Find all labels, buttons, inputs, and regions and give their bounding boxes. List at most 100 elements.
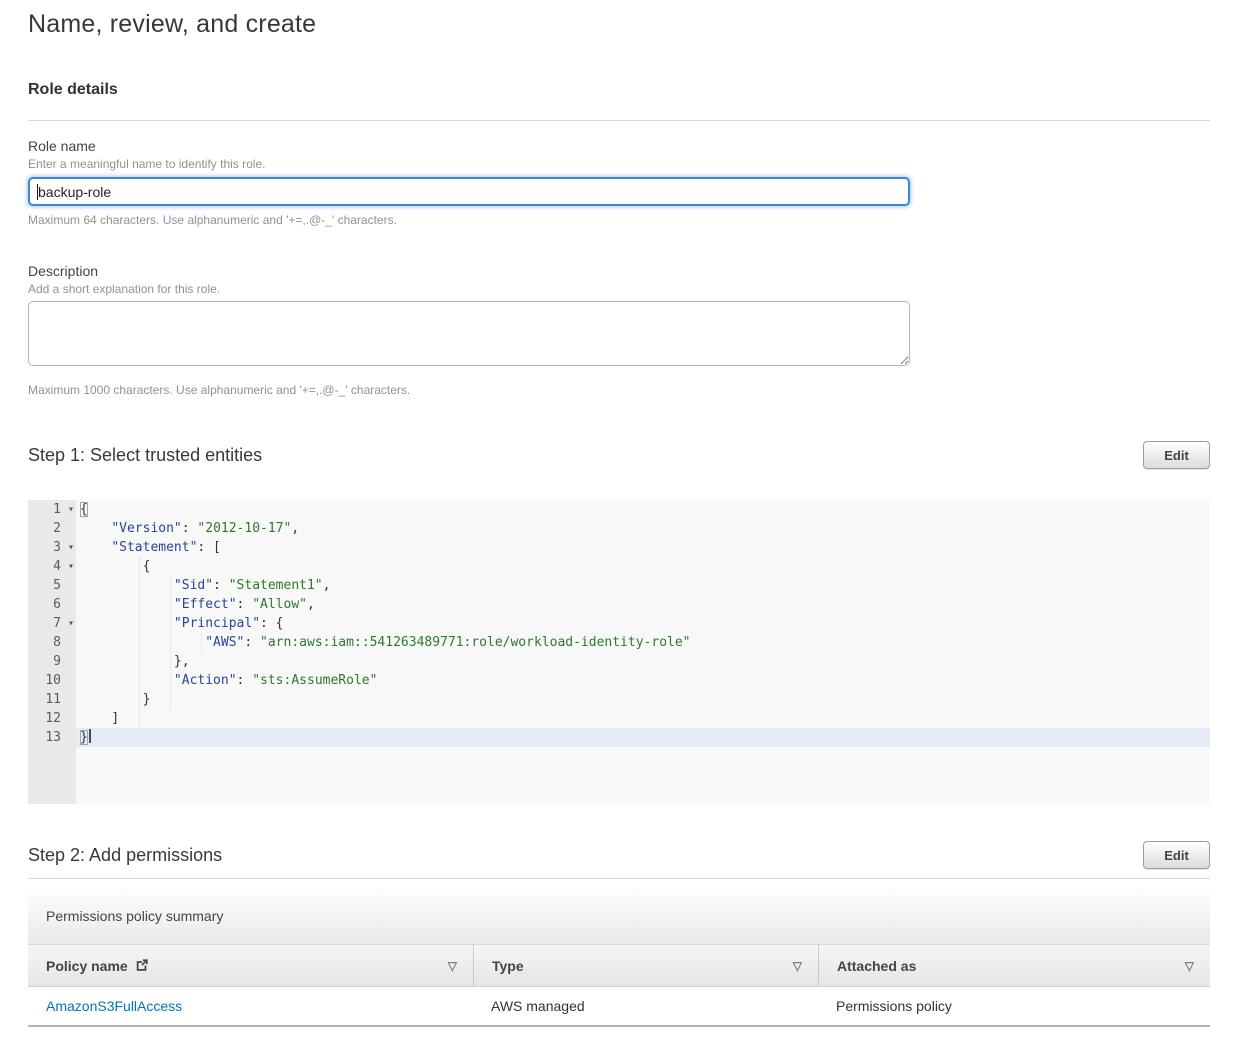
- code-line[interactable]: {: [76, 557, 1210, 576]
- description-textarea[interactable]: [28, 301, 910, 366]
- table-header-row: Policy name ▽ Type ▽ Attached as ▽: [28, 944, 1210, 987]
- line-number-cell: 10: [28, 671, 76, 690]
- step1-header: Step 1: Select trusted entities Edit: [28, 441, 1210, 469]
- line-number-cell: 4▾: [28, 557, 76, 576]
- code-token: "Statement": [111, 540, 197, 555]
- fold-arrow-icon[interactable]: ▾: [68, 614, 74, 633]
- column-header-label: Attached as: [837, 958, 916, 974]
- table-cell: Permissions policy: [818, 998, 1210, 1014]
- line-number: 7: [53, 614, 61, 633]
- code-token: [80, 692, 143, 707]
- column-header-policy-name[interactable]: Policy name ▽: [28, 945, 473, 986]
- line-number-cell: 6: [28, 595, 76, 614]
- trust-policy-editor[interactable]: 1▾{2 "Version": "2012-10-17",3▾ "Stateme…: [28, 500, 1210, 804]
- code-line[interactable]: }: [76, 728, 1210, 747]
- code-row: 12 ]: [28, 709, 1210, 728]
- line-number-cell: 8: [28, 633, 76, 652]
- line-number-cell: 5: [28, 576, 76, 595]
- code-token: "sts:AssumeRole": [252, 673, 377, 688]
- line-number-cell: 11: [28, 690, 76, 709]
- column-header-label: Type: [492, 958, 524, 974]
- code-row: 6 "Effect": "Allow",: [28, 595, 1210, 614]
- fold-arrow-icon[interactable]: ▾: [68, 538, 74, 557]
- code-row: 3▾ "Statement": [: [28, 538, 1210, 557]
- line-number: 4: [53, 557, 61, 576]
- code-row: 8 "AWS": "arn:aws:iam::541263489771:role…: [28, 633, 1210, 652]
- code-token: [80, 673, 174, 688]
- code-line[interactable]: "Statement": [: [76, 538, 1210, 557]
- column-header-label: Policy name: [46, 958, 128, 974]
- code-token: :: [237, 673, 253, 688]
- code-token: [80, 597, 174, 612]
- fold-arrow-icon[interactable]: ▾: [68, 500, 74, 519]
- description-label: Description: [28, 263, 1210, 279]
- code-line[interactable]: ]: [76, 709, 1210, 728]
- line-number: 1: [53, 500, 61, 519]
- line-number-cell: 12: [28, 709, 76, 728]
- code-token: :: [213, 578, 229, 593]
- code-token: "Version": [111, 521, 181, 536]
- line-number: 3: [53, 538, 61, 557]
- line-number: 2: [53, 519, 61, 538]
- page-title: Name, review, and create: [28, 10, 1210, 39]
- code-token: "2012-10-17": [197, 521, 291, 536]
- line-number: 9: [53, 652, 61, 671]
- line-number-cell: 3▾: [28, 538, 76, 557]
- role-details-heading: Role details: [28, 81, 1210, 99]
- step2-edit-button[interactable]: Edit: [1143, 841, 1210, 869]
- role-details-divider: [28, 120, 1210, 121]
- column-header-attached-as[interactable]: Attached as ▽: [818, 945, 1210, 986]
- code-token: [80, 635, 205, 650]
- line-number-cell: 13: [28, 728, 76, 747]
- line-number-cell: 9: [28, 652, 76, 671]
- code-line[interactable]: },: [76, 652, 1210, 671]
- code-row: 5 "Sid": "Statement1",: [28, 576, 1210, 595]
- code-line[interactable]: "Effect": "Allow",: [76, 595, 1210, 614]
- description-constraint: Maximum 1000 characters. Use alphanumeri…: [28, 383, 1210, 397]
- code-token: :: [182, 521, 198, 536]
- code-line[interactable]: {: [76, 500, 1210, 519]
- sort-dropdown-icon[interactable]: ▽: [793, 959, 802, 973]
- code-token: "Principal": [174, 616, 260, 631]
- code-token: },: [174, 654, 190, 669]
- code-token: : [: [197, 540, 220, 555]
- code-line[interactable]: "Sid": "Statement1",: [76, 576, 1210, 595]
- code-token: "Allow": [252, 597, 307, 612]
- role-name-input[interactable]: [28, 177, 910, 206]
- table-cell: AWS managed: [473, 998, 818, 1014]
- code-line[interactable]: "Version": "2012-10-17",: [76, 519, 1210, 538]
- policy-name-link[interactable]: AmazonS3FullAccess: [46, 998, 182, 1014]
- code-row: 1▾{: [28, 500, 1210, 519]
- step1-heading: Step 1: Select trusted entities: [28, 445, 262, 466]
- table-row: AmazonS3FullAccess AWS managedPermissions…: [28, 987, 1210, 1027]
- code-row: 7 ▾ "Principal": {: [28, 614, 1210, 633]
- line-number: 11: [45, 690, 61, 709]
- page-content: Name, review, and create Role details Ro…: [0, 10, 1242, 1027]
- line-number-cell: 1▾: [28, 500, 76, 519]
- code-lines: 1▾{2 "Version": "2012-10-17",3▾ "Stateme…: [28, 500, 1210, 747]
- code-line[interactable]: "Action": "sts:AssumeRole": [76, 671, 1210, 690]
- line-number: 8: [53, 633, 61, 652]
- code-token: ]: [111, 711, 119, 726]
- code-row: 13}: [28, 728, 1210, 747]
- editor-cursor: [89, 729, 91, 743]
- fold-arrow-icon[interactable]: ▾: [68, 557, 74, 576]
- external-link-icon[interactable]: [135, 958, 149, 975]
- code-token: }: [80, 730, 88, 745]
- table-cell: AmazonS3FullAccess: [28, 998, 473, 1014]
- description-hint: Add a short explanation for this role.: [28, 282, 1210, 296]
- code-line[interactable]: "Principal": {: [76, 614, 1210, 633]
- sort-dropdown-icon[interactable]: ▽: [448, 959, 457, 973]
- role-name-label: Role name: [28, 138, 1210, 154]
- code-line[interactable]: }: [76, 690, 1210, 709]
- role-name-constraint: Maximum 64 characters. Use alphanumeric …: [28, 213, 1210, 227]
- code-token: [80, 654, 174, 669]
- role-name-hint: Enter a meaningful name to identify this…: [28, 157, 1210, 171]
- code-token: ,: [323, 578, 331, 593]
- column-header-type[interactable]: Type ▽: [473, 945, 818, 986]
- code-token: : {: [260, 616, 283, 631]
- step1-edit-button[interactable]: Edit: [1143, 441, 1210, 469]
- sort-dropdown-icon[interactable]: ▽: [1185, 959, 1194, 973]
- code-line[interactable]: "AWS": "arn:aws:iam::541263489771:role/w…: [76, 633, 1210, 652]
- code-token: :: [244, 635, 260, 650]
